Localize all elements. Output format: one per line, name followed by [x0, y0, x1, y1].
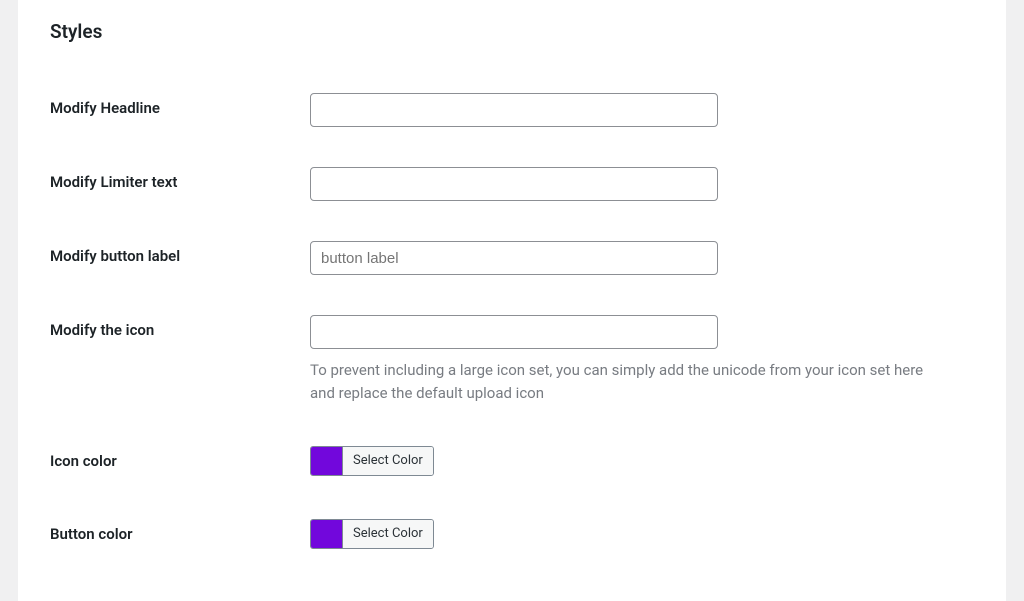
styles-panel: Styles Modify Headline Modify Limiter te… [18, 0, 1006, 601]
row-button-color: Button color Select Color [50, 519, 974, 552]
label-button-color: Button color [50, 519, 310, 543]
input-limiter[interactable] [310, 167, 718, 201]
color-picker-button[interactable]: Select Color [310, 519, 434, 549]
label-limiter: Modify Limiter text [50, 167, 310, 191]
control-button-color: Select Color [310, 519, 974, 552]
row-button-label: Modify button label [50, 241, 974, 275]
select-color-button-button[interactable]: Select Color [343, 520, 433, 548]
input-icon[interactable] [310, 315, 718, 349]
control-button-label [310, 241, 974, 275]
label-icon: Modify the icon [50, 315, 310, 339]
label-button-label: Modify button label [50, 241, 310, 265]
control-limiter [310, 167, 974, 201]
control-headline [310, 93, 974, 127]
input-button-label[interactable] [310, 241, 718, 275]
label-icon-color: Icon color [50, 446, 310, 470]
control-icon-color: Select Color [310, 446, 974, 479]
row-limiter: Modify Limiter text [50, 167, 974, 201]
control-icon: To prevent including a large icon set, y… [310, 315, 974, 406]
description-icon: To prevent including a large icon set, y… [310, 359, 950, 406]
label-headline: Modify Headline [50, 93, 310, 117]
row-icon: Modify the icon To prevent including a l… [50, 315, 974, 406]
select-color-button-icon[interactable]: Select Color [343, 447, 433, 475]
styles-form: Modify Headline Modify Limiter text Modi… [50, 93, 974, 552]
color-swatch-icon[interactable] [311, 447, 343, 475]
input-headline[interactable] [310, 93, 718, 127]
row-icon-color: Icon color Select Color [50, 446, 974, 479]
row-headline: Modify Headline [50, 93, 974, 127]
color-swatch-button[interactable] [311, 520, 343, 548]
section-title: Styles [50, 20, 974, 43]
color-picker-icon[interactable]: Select Color [310, 446, 434, 476]
